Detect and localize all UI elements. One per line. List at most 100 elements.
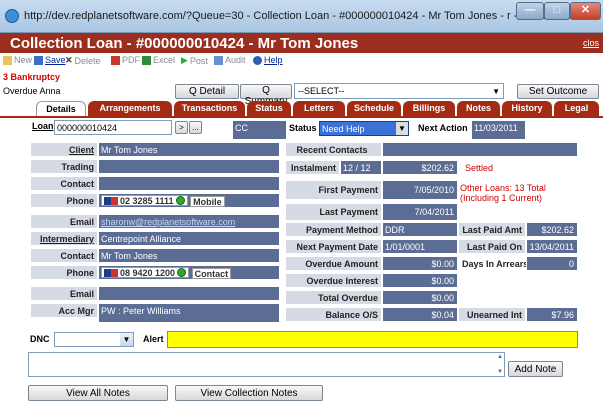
- phone-field[interactable]: 02 3285 1111: [101, 195, 188, 206]
- first-payment-label: First Payment: [285, 180, 382, 200]
- client-value: Mr Tom Jones: [98, 142, 280, 157]
- tab-legal[interactable]: Legal: [554, 101, 599, 116]
- last-paid-on-value: 13/04/2011: [526, 239, 578, 254]
- payment-method-value: DDR: [382, 222, 458, 237]
- outcome-select[interactable]: --SELECT-- ▼: [294, 83, 504, 99]
- save-button[interactable]: Save: [34, 55, 66, 65]
- balance-label: Balance O/S: [285, 307, 382, 322]
- close-window-button[interactable]: ✕: [570, 2, 601, 20]
- tab-arrangements[interactable]: Arrangements: [88, 101, 172, 116]
- flag-icon: [104, 196, 118, 205]
- status-banner: 3 Bankruptcy: [3, 72, 61, 82]
- overdue-amount-value: $0.00: [382, 256, 458, 271]
- contact-label: Contact: [30, 176, 98, 191]
- phone2-label: Phone: [30, 265, 98, 280]
- scroll-up-icon[interactable]: ▲: [497, 354, 503, 360]
- help-button[interactable]: Help: [253, 55, 283, 65]
- save-label: Save: [45, 55, 66, 65]
- loan-lookup-button[interactable]: ...: [189, 121, 202, 134]
- status-select[interactable]: Need Help ▼: [319, 121, 409, 136]
- audit-button[interactable]: Audit: [214, 55, 246, 65]
- tab-letters[interactable]: Letters: [293, 101, 345, 116]
- balance-value: $0.04: [382, 307, 458, 322]
- post-icon: ▶: [181, 55, 188, 65]
- loan-next-button[interactable]: >: [175, 121, 188, 134]
- close-link[interactable]: clos: [583, 38, 599, 48]
- intermediary-value: Centrepoint Alliance: [98, 231, 280, 246]
- help-label: Help: [264, 55, 283, 65]
- pdf-icon: [111, 55, 120, 65]
- cc-value: CC: [232, 120, 287, 140]
- excel-icon: [142, 55, 151, 65]
- last-paid-on-label: Last Paid On: [458, 239, 526, 254]
- instalment-status: Settled: [465, 163, 494, 173]
- tab-status[interactable]: Status: [247, 101, 291, 116]
- chevron-down-icon: ▼: [120, 333, 133, 346]
- email2-label: Email: [30, 286, 98, 301]
- last-paid-amt-value: $202.62: [526, 222, 578, 237]
- set-outcome-button[interactable]: Set Outcome: [517, 84, 599, 99]
- client-label[interactable]: Client: [30, 142, 98, 157]
- next-action-value: 11/03/2011: [471, 120, 526, 140]
- excel-button[interactable]: Excel: [142, 55, 175, 65]
- outcome-select-value: --SELECT--: [298, 86, 345, 96]
- scroll-down-icon[interactable]: ▼: [497, 369, 503, 375]
- email-link[interactable]: sharonw@redplanetsoftware.com: [98, 214, 280, 229]
- excel-label: Excel: [153, 55, 176, 65]
- app-header: Collection Loan - #000000010424 - Mr Tom…: [0, 33, 603, 53]
- alert-input[interactable]: [167, 331, 578, 348]
- view-collection-notes-button[interactable]: View Collection Notes: [175, 385, 323, 401]
- call-icon[interactable]: [177, 268, 187, 277]
- tab-notes[interactable]: Notes: [457, 101, 500, 116]
- loan-label[interactable]: Loan: [32, 121, 54, 131]
- delete-icon: ✕: [65, 55, 73, 65]
- phone-row: 02 3285 1111 Mobile: [98, 193, 280, 208]
- instalment-label: Instalment: [285, 160, 340, 175]
- new-icon: [3, 55, 12, 65]
- browser-icon: [5, 9, 19, 23]
- payment-method-label: Payment Method: [285, 222, 382, 237]
- tab-bar: Details Arrangements Transactions Status…: [28, 101, 603, 116]
- new-label: New: [14, 55, 33, 65]
- tab-history[interactable]: History: [502, 101, 552, 116]
- tab-details[interactable]: Details: [36, 101, 86, 116]
- overdue-amount-label: Overdue Amount: [285, 256, 382, 271]
- audit-label: Audit: [225, 55, 246, 65]
- chevron-down-icon: ▼: [396, 122, 408, 135]
- loan-number-input[interactable]: 000000010424: [54, 120, 172, 135]
- q-summary-button[interactable]: Q Summary: [240, 84, 292, 107]
- post-label: Post: [189, 55, 208, 66]
- accmgr-label: Acc Mgr: [30, 303, 98, 318]
- note-textarea[interactable]: ▲ ▼: [28, 352, 505, 377]
- phone-type: Mobile: [190, 196, 225, 207]
- status-label: Status: [289, 123, 317, 133]
- new-button[interactable]: New: [3, 55, 32, 65]
- tab-schedule[interactable]: Schedule: [347, 101, 401, 116]
- audit-icon: [214, 55, 223, 65]
- delete-button[interactable]: ✕ Delete: [65, 55, 101, 66]
- intermediary-label[interactable]: Intermediary: [30, 231, 98, 246]
- dnc-select[interactable]: ▼: [54, 332, 134, 347]
- phone-label: Phone: [30, 193, 98, 208]
- window-title: http://dev.redplanetsoftware.com/?Queue=…: [24, 10, 599, 22]
- recent-contacts-label: Recent Contacts: [285, 142, 382, 157]
- add-note-button[interactable]: Add Note: [508, 361, 563, 377]
- post-button[interactable]: ▶ Post: [181, 55, 208, 66]
- view-all-notes-button[interactable]: View All Notes: [28, 385, 168, 401]
- pdf-button[interactable]: PDF: [111, 55, 140, 65]
- minimize-button[interactable]: —: [516, 2, 544, 20]
- tab-billings[interactable]: Billings: [403, 101, 455, 116]
- other-loans-note: Other Loans: 13 Total (Including 1 Curre…: [460, 183, 546, 203]
- phone2-field[interactable]: 08 9420 1200: [101, 267, 190, 278]
- overdue-interest-value: $0.00: [382, 273, 458, 288]
- chevron-down-icon: ▼: [492, 87, 500, 96]
- maximize-button[interactable]: □: [544, 2, 570, 20]
- total-overdue-label: Total Overdue: [285, 290, 382, 305]
- tab-transactions[interactable]: Transactions: [174, 101, 245, 116]
- delete-label: Delete: [74, 55, 101, 66]
- q-detail-button[interactable]: Q Detail: [175, 84, 239, 99]
- contact2-label: Contact: [30, 248, 98, 263]
- alert-label: Alert: [143, 334, 164, 344]
- recent-contacts-value: [382, 142, 578, 157]
- call-icon[interactable]: [175, 196, 185, 205]
